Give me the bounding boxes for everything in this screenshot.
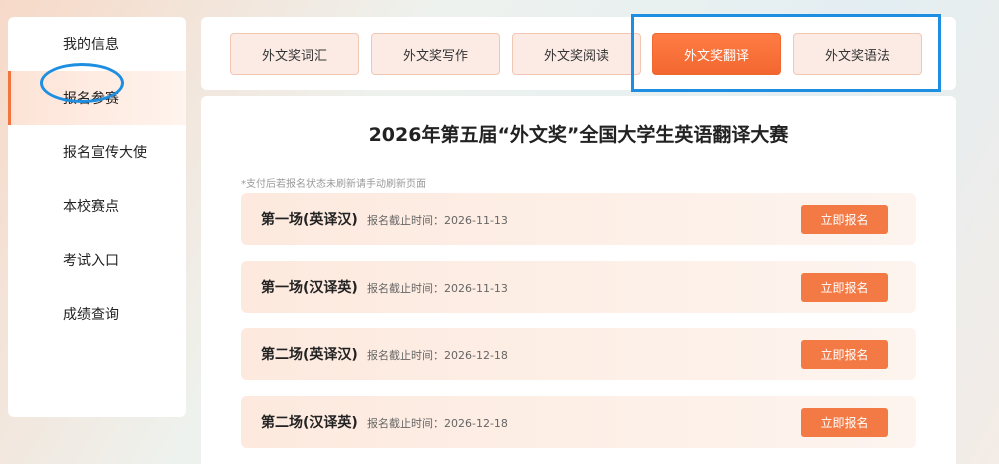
register-button[interactable]: 立即报名 [801,273,888,302]
sidebar-item-label: 报名宣传大使 [63,145,147,161]
list-item: 第一场(汉译英) 报名截止时间：2026-11-13 立即报名 [241,261,916,313]
deadline-text: 报名截止时间：2026-12-18 [367,417,508,430]
tab-writing[interactable]: 外文奖写作 [371,33,500,75]
page-title: 2026年第五届“外文奖”全国大学生英语翻译大赛 [368,124,789,146]
sidebar-item-label: 我的信息 [63,37,119,53]
deadline-text: 报名截止时间：2026-11-13 [367,282,508,295]
register-button[interactable]: 立即报名 [801,408,888,437]
sidebar-item-ambassador[interactable]: 报名宣传大使 [8,125,186,179]
sidebar-item-school-site[interactable]: 本校赛点 [8,179,186,233]
tab-vocabulary[interactable]: 外文奖词汇 [230,33,359,75]
highlight-rectangle [631,14,941,92]
list-item: 第一场(英译汉) 报名截止时间：2026-11-13 立即报名 [241,193,916,245]
register-button[interactable]: 立即报名 [801,340,888,369]
tab-label: 外文奖阅读 [543,48,609,64]
tab-label: 外文奖词汇 [261,48,327,64]
deadline-text: 报名截止时间：2026-12-18 [367,349,508,362]
list-item: 第二场(汉译英) 报名截止时间：2026-12-18 立即报名 [241,396,916,448]
register-button[interactable]: 立即报名 [801,205,888,234]
session-title: 第一场(汉译英) [261,280,358,296]
sidebar-item-exam-entry[interactable]: 考试入口 [8,233,186,287]
deadline-text: 报名截止时间：2026-11-13 [367,214,508,227]
highlight-circle [40,63,124,103]
sidebar-item-my-info[interactable]: 我的信息 [8,17,186,71]
tab-label: 外文奖写作 [402,48,468,64]
main-panel: 2026年第五届“外文奖”全国大学生英语翻译大赛 *支付后若报名状态未刷新请手动… [201,96,956,464]
sidebar-item-label: 本校赛点 [63,199,119,215]
refresh-note: *支付后若报名状态未刷新请手动刷新页面 [241,179,426,190]
session-title: 第二场(汉译英) [261,415,358,431]
session-title: 第二场(英译汉) [261,347,358,363]
sidebar-item-label: 成绩查询 [63,307,119,323]
session-title: 第一场(英译汉) [261,212,358,228]
tab-reading[interactable]: 外文奖阅读 [512,33,641,75]
sidebar-item-label: 考试入口 [63,253,119,269]
sidebar-item-score-query[interactable]: 成绩查询 [8,287,186,341]
list-item: 第二场(英译汉) 报名截止时间：2026-12-18 立即报名 [241,328,916,380]
